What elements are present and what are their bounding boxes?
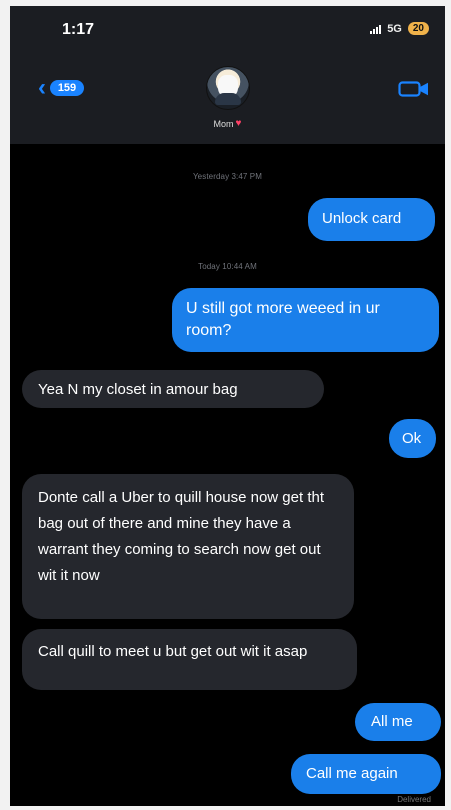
network-label: 5G [387,22,402,35]
message-timestamp: Today 10:44 AM [198,262,257,271]
contact-profile[interactable]: Mom ♥ [188,66,268,132]
status-indicators: 5G 20 [370,22,429,35]
delivery-status: Delivered [397,795,431,804]
message-list[interactable]: Yesterday 3:47 PM Unlock card Today 10:4… [10,144,445,806]
status-bar: 1:17 5G 20 [10,6,445,46]
cellular-signal-icon [370,24,382,34]
outgoing-message[interactable]: Ok [389,419,436,458]
outgoing-message[interactable]: U still got more weeed in ur room? [172,288,439,352]
battery-level: 20 [407,22,429,35]
back-button[interactable]: ‹ 159 [38,74,84,101]
video-call-icon[interactable] [398,78,430,100]
status-time: 1:17 [62,21,95,38]
contact-avatar [205,66,250,110]
contact-name-row: Mom ♥ [214,118,242,129]
chevron-left-icon: ‹ [38,74,46,101]
heart-icon: ♥ [235,118,242,129]
conversation-header: 1:17 5G 20 ‹ 159 Mom ♥ [10,6,445,144]
outgoing-message[interactable]: All me [355,703,441,741]
contact-name: Mom [213,118,234,129]
incoming-message[interactable]: Call quill to meet u but get out wit it … [22,629,357,690]
outgoing-message[interactable]: Call me again [291,754,441,794]
message-timestamp: Yesterday 3:47 PM [192,172,262,181]
outgoing-message[interactable]: Unlock card [308,198,435,241]
incoming-message[interactable]: Yea N my closet in amour bag [22,370,324,408]
messages-screen: 1:17 5G 20 ‹ 159 Mom ♥ Yesterday 3:47 PM… [10,6,445,806]
incoming-message[interactable]: Donte call a Uber to quill house now get… [22,474,354,619]
unread-count-badge: 159 [50,80,84,96]
